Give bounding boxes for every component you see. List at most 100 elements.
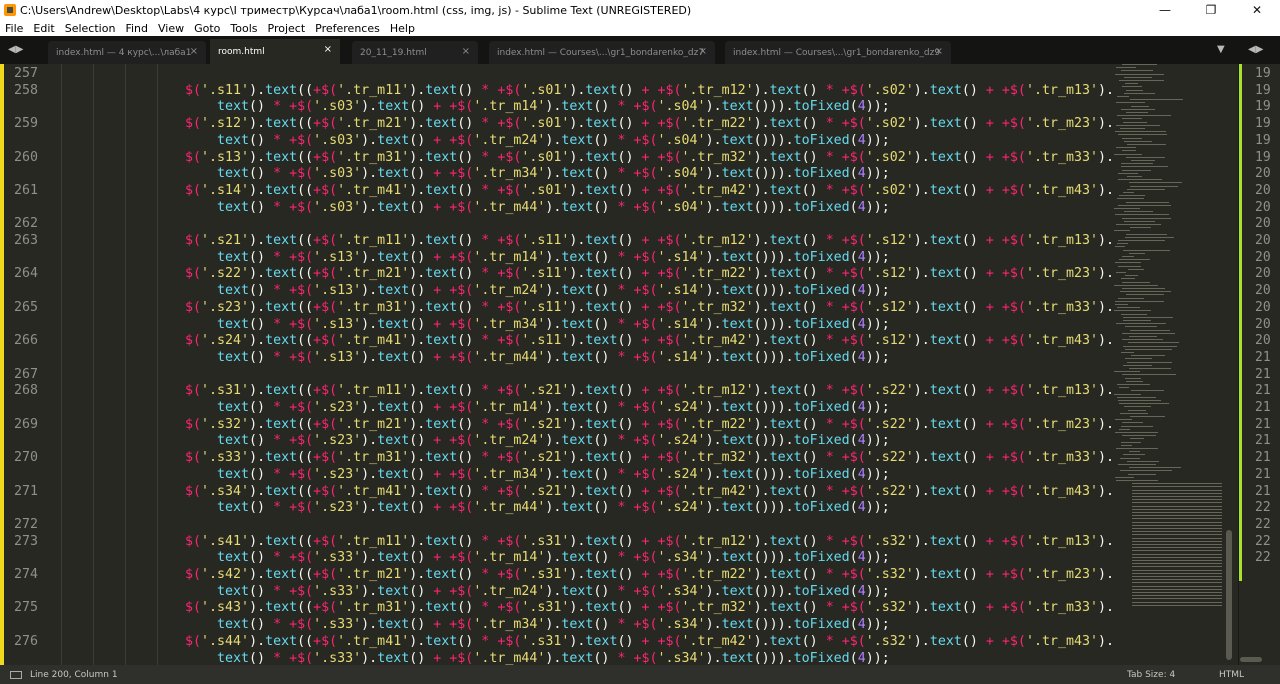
line-number: 20 (1255, 316, 1271, 332)
syntax-selector[interactable]: HTML (1219, 670, 1244, 680)
code-text: $('.s22').text((+$('.tr_m21').text() * +… (185, 266, 1115, 282)
tab-scroll-arrows-left[interactable]: ◀▶ (8, 44, 23, 55)
minimap-line (1131, 355, 1165, 357)
menu-selection[interactable]: Selection (60, 22, 121, 35)
minimap-line (1119, 259, 1150, 261)
panel-toggle-icon[interactable] (10, 670, 22, 679)
code-line: 257 (0, 66, 1110, 83)
minimap-line (1124, 76, 1152, 78)
minimap-line (1132, 505, 1222, 507)
line-number: 19 (1255, 132, 1271, 148)
code-text: text() * +$('.s33').text() + +$('.tr_m14… (217, 550, 890, 566)
minimap-line (1116, 448, 1158, 449)
minimap-line (1120, 291, 1171, 293)
code-line: 260 $('.s13').text((+$('.tr_m31').text() … (0, 149, 1114, 167)
minimap-line (1118, 134, 1167, 136)
code-line-wrap: text() * +$('.s03').text() + +$('.tr_m14… (0, 99, 1110, 116)
line-number: 260 (13, 149, 38, 165)
minimize-button[interactable]: — (1142, 0, 1188, 20)
line-number: 258 (13, 82, 38, 98)
close-window-button[interactable]: ✕ (1234, 0, 1280, 20)
minimap-line (1118, 179, 1162, 181)
minimap-line (1126, 156, 1165, 158)
line-number: 20 (1255, 199, 1271, 215)
tab-close-icon[interactable]: × (699, 46, 707, 57)
line-number: 21 (1255, 400, 1271, 415)
code-text: text() * +$('.s13').text() + +$('.tr_m34… (217, 316, 890, 332)
minimap-line (1116, 224, 1161, 225)
minimap-line (1121, 425, 1153, 427)
menu-help[interactable]: Help (385, 22, 420, 35)
code-text: $('.s24').text((+$('.tr_m41').text() * +… (185, 333, 1115, 349)
tab-close-icon[interactable]: × (324, 44, 332, 55)
tab-close-icon[interactable]: × (935, 46, 943, 57)
line-number: 20 (1255, 283, 1271, 299)
line-number: 20 (1255, 216, 1271, 232)
menu-tools[interactable]: Tools (225, 22, 262, 35)
line-number: 259 (13, 116, 38, 132)
minimap-line (1122, 256, 1134, 257)
tab-room-html[interactable]: room.html × (210, 39, 340, 64)
minimap-line (1117, 115, 1171, 117)
menu-edit[interactable]: Edit (28, 22, 59, 35)
code-line: 272 (0, 517, 1110, 534)
minimap-line (1114, 310, 1151, 312)
code-line: 261 $('.s14').text((+$('.tr_m41').text() … (0, 183, 1114, 200)
code-line-wrap: text() * +$('.s23').text() + +$('.tr_m24… (0, 433, 1110, 450)
minimap-line (1123, 121, 1147, 123)
tab-close-icon[interactable]: × (462, 46, 470, 57)
minimap-line (1125, 236, 1174, 238)
menu-goto[interactable]: Goto (189, 22, 225, 35)
code-text: $('.s14').text((+$('.tr_m41').text() * +… (185, 182, 1115, 198)
line-number: 262 (13, 216, 38, 232)
minimap-line (1114, 371, 1140, 373)
minimap-line (1130, 329, 1170, 331)
code-line-wrap: text() * +$('.s33').text() + +$('.tr_m34… (0, 617, 1110, 634)
minimap-line (1129, 336, 1157, 337)
minimap[interactable] (1112, 64, 1236, 665)
cursor-position: Line 200, Column 1 (30, 669, 118, 680)
minimap-line (1132, 601, 1222, 603)
line-number: 22 (1255, 533, 1271, 549)
tab-index-labs[interactable]: index.html — 4 курс\...\лаба1 × (48, 41, 206, 64)
menu-preferences[interactable]: Preferences (310, 22, 385, 35)
code-line-wrap: text() * +$('.s03').text() + +$('.tr_m34… (0, 166, 1110, 183)
minimap-line (1132, 512, 1222, 513)
minimap-line (1118, 240, 1165, 241)
minimap-line (1122, 118, 1142, 120)
minimap-line (1123, 320, 1151, 321)
code-text: $('.s43').text((+$('.tr_m31').text() * +… (185, 600, 1115, 616)
minimap-line (1122, 64, 1157, 65)
minimap-line (1130, 438, 1144, 440)
vertical-scrollbar[interactable] (1226, 530, 1232, 660)
line-number: 269 (13, 416, 38, 432)
tab-20-11-19[interactable]: 20_11_19.html × (352, 41, 478, 64)
minimap-line (1127, 176, 1142, 177)
code-line: 274 $('.s42').text((+$('.tr_m21').text() … (0, 567, 1114, 584)
line-number: 263 (13, 233, 38, 248)
horizontal-scrollbar[interactable] (1240, 657, 1262, 662)
code-text: text() * +$('.s13').text() + +$('.tr_m24… (217, 283, 890, 299)
code-editor[interactable]: 257 258 $('.s11').text((+$('.tr_m11').text… (0, 64, 1280, 665)
tab-label: index.html — 4 курс\...\лаба1 (56, 47, 192, 58)
minimap-line (1121, 441, 1141, 443)
menu-view[interactable]: View (153, 22, 189, 35)
line-number: 19 (1255, 116, 1271, 132)
code-text: $('.s21').text((+$('.tr_m11').text() * +… (185, 233, 1115, 248)
second-editor-pane[interactable]: 19 19 19 19 19 19 20 20 20 20 20 20 20 20 20 20 20 21 21 21… (1238, 64, 1280, 665)
tab-close-icon[interactable]: × (190, 46, 198, 57)
minimap-line (1132, 582, 1222, 584)
tab-index-dz7[interactable]: index.html — Courses\...\gr1_bondarenko_… (489, 41, 715, 64)
menu-project[interactable]: Project (263, 22, 311, 35)
line-number: 22 (1255, 500, 1271, 516)
tab-scroll-arrows-right[interactable]: ◀▶ (1248, 44, 1263, 55)
tab-size-selector[interactable]: Tab Size: 4 (1127, 670, 1175, 680)
menu-find[interactable]: Find (120, 22, 153, 35)
tab-list-dropdown-icon[interactable]: ▼ (1217, 44, 1225, 55)
tab-index-dz9[interactable]: index.html — Courses\...\gr1_bondarenko_… (725, 41, 951, 64)
maximize-button[interactable]: ❐ (1188, 0, 1234, 20)
menu-file[interactable]: File (0, 22, 28, 35)
minimap-line (1125, 377, 1141, 379)
minimap-line (1124, 406, 1151, 408)
minimap-line (1130, 99, 1183, 101)
